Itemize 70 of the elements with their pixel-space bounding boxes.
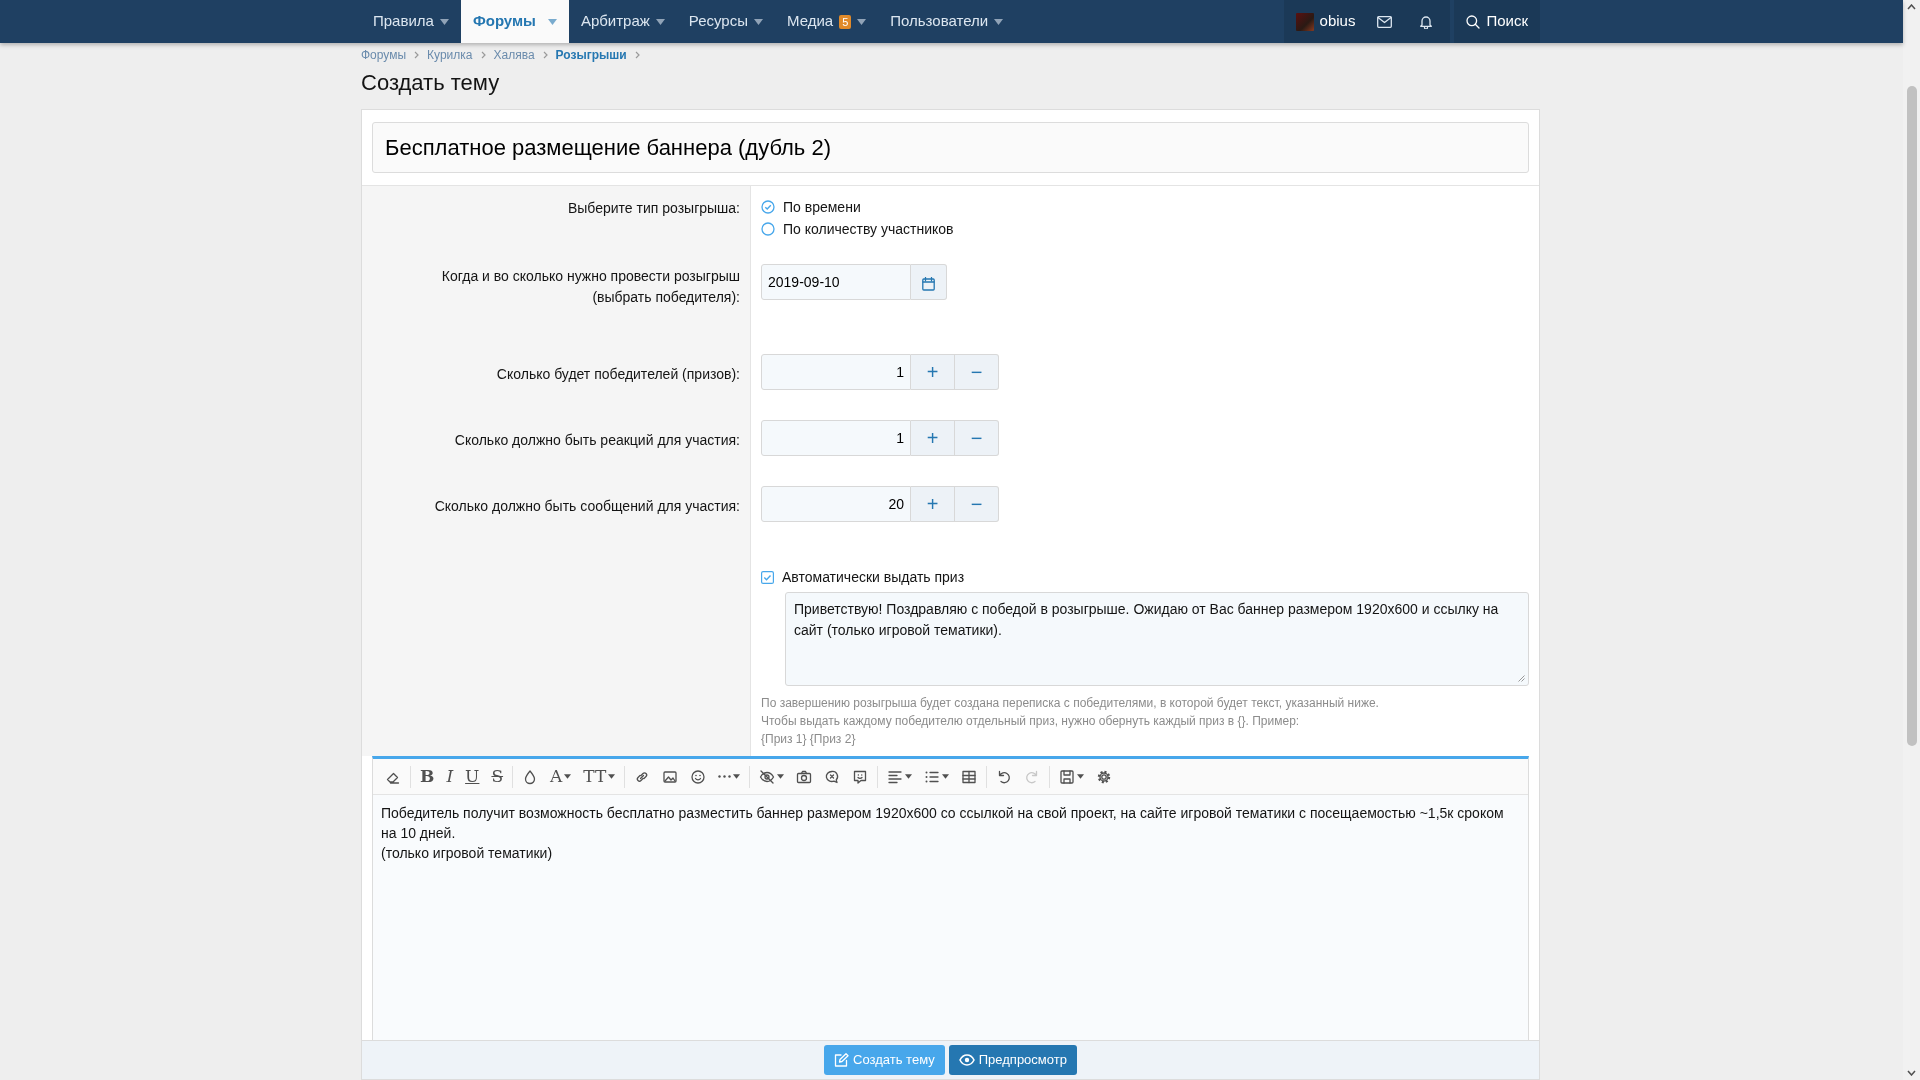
hint-text: Чтобы выдать каждому победителю отдельный приз, нужно обернуть каждый приз в {}. Пример: — [761, 713, 1301, 730]
avatar-image — [1295, 12, 1314, 31]
gear-icon — [1096, 768, 1113, 785]
field-label: Сколько должно быть реакций для участия: — [453, 431, 740, 450]
search-icon — [1466, 14, 1481, 29]
message-textarea[interactable]: Приветствую! Поздравляю с победой в розыгрыше. Ожидаю от Вас баннер размером 1920x600 и ссылку на сайт (только игровой тематики). — [785, 592, 1529, 686]
preview-button[interactable]: Предпросмотр — [948, 1045, 1077, 1075]
toolbar-button[interactable]: A — [544, 759, 578, 794]
field-label: Сколько будет победителей (призов): — [495, 365, 740, 384]
increment-button[interactable]: + — [911, 486, 955, 522]
editor-paragraph: Победитель получит возможность бесплатно разместить баннер размером 1920x600 со ссылкой на свой проект, на сайте игровой тематики с посещаемостью ~1,5к сроком на 10 дней. — [381, 804, 1505, 843]
toolbar-button[interactable]: S — [485, 759, 510, 794]
toolbar-button[interactable]: U — [459, 759, 486, 794]
more-icon — [718, 775, 732, 778]
hint-text: {Приз 1} {Приз 2} — [761, 731, 857, 748]
scroll-up-icon[interactable] — [1907, 4, 1916, 10]
speech-bubble-icon — [824, 768, 841, 785]
increment-button[interactable]: + — [911, 420, 955, 456]
decrement-button[interactable]: − — [955, 420, 999, 456]
field-label: Выберите тип розыгрыша: — [566, 199, 740, 218]
toolbar-button[interactable]: B — [414, 759, 441, 794]
chevron-icon — [414, 51, 420, 59]
number-field[interactable]: 1 — [761, 354, 911, 390]
calendar-icon — [922, 276, 935, 291]
count-badge: 5 — [839, 14, 852, 29]
toolbar-button[interactable]: TT — [577, 759, 622, 794]
scroll-down-icon[interactable] — [1907, 1070, 1916, 1076]
nav-tab[interactable]: Пользователи — [878, 0, 1016, 43]
field-label: Когда и во сколько нужно провести розыгрыш (выбрать победителя): — [440, 267, 740, 307]
chevron-icon — [480, 51, 486, 59]
table-icon — [961, 768, 978, 785]
bell-icon — [1420, 14, 1433, 29]
eye-slash-icon — [759, 768, 776, 785]
chevron-icon — [634, 51, 640, 59]
search-button[interactable]: Поиск — [1454, 0, 1540, 43]
number-field[interactable]: 20 — [761, 486, 911, 522]
breadcrumb-link[interactable]: Розыгрыши — [555, 46, 627, 64]
number-field[interactable]: 1 — [761, 420, 911, 456]
align-icon — [887, 768, 904, 785]
camera-icon — [796, 768, 813, 785]
nav-tab[interactable]: Ресурсы — [676, 0, 775, 43]
editor-paragraph: (только игровой тематики) — [381, 844, 554, 863]
checkbox-option[interactable]: Автоматически выдать приз — [761, 566, 965, 588]
nav-tab[interactable]: Арбитраж — [568, 0, 677, 43]
smiley-icon — [690, 768, 707, 785]
chevron-icon — [542, 51, 548, 59]
title-field[interactable]: Бесплатное размещение баннера (дубль 2) — [372, 122, 1529, 173]
radio-option[interactable]: По количеству участников — [761, 218, 954, 240]
undo-icon — [996, 768, 1013, 785]
nav-tab[interactable]: Форумы — [460, 0, 569, 43]
nav-tab[interactable]: Правила — [361, 0, 461, 43]
pencil-square-icon — [834, 1053, 850, 1067]
decrement-button[interactable]: − — [955, 486, 999, 522]
comment-icon — [852, 768, 869, 785]
page-title: Создать тему — [361, 69, 501, 97]
eye-icon — [958, 1054, 975, 1066]
toolbar-button[interactable]: I — [440, 759, 460, 794]
hint-text: По завершению розыгрыша будет создана переписка с победителями, в которой будет текст, указанный ниже. — [761, 695, 1380, 712]
field-label: Сколько должно быть сообщений для участия: — [433, 497, 740, 516]
resize-handle-icon[interactable] — [1518, 675, 1525, 682]
increment-button[interactable]: + — [911, 354, 955, 390]
decrement-button[interactable]: − — [955, 354, 999, 390]
date-field[interactable]: 2019-09-10 — [761, 264, 911, 300]
envelope-icon — [1377, 15, 1393, 28]
image-icon — [662, 768, 679, 785]
radio-option[interactable]: По времени — [761, 196, 861, 218]
scrollbar-thumb[interactable] — [1906, 86, 1917, 746]
save-icon — [1059, 768, 1076, 785]
nav-tab[interactable]: Медиа 5 — [774, 0, 879, 43]
calendar-button[interactable] — [911, 264, 947, 300]
